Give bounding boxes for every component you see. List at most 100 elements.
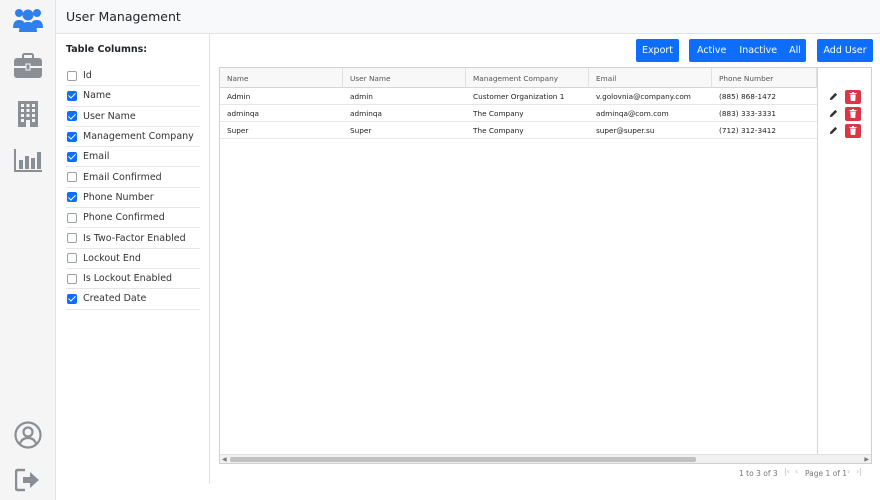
column-toggle[interactable]: Phone Number bbox=[66, 188, 200, 209]
edit-button[interactable] bbox=[827, 108, 839, 120]
table-cell: (883) 333-3331 bbox=[719, 109, 777, 118]
nav-briefcase[interactable] bbox=[10, 48, 46, 84]
column-toggle[interactable]: User Name bbox=[66, 107, 200, 127]
checkbox[interactable] bbox=[67, 151, 77, 162]
column-toggle[interactable]: Lockout End bbox=[66, 249, 200, 269]
user-profile-icon bbox=[14, 421, 42, 449]
checkbox[interactable] bbox=[67, 293, 77, 304]
delete-button[interactable] bbox=[845, 123, 861, 138]
prev-page-icon[interactable]: ‹ bbox=[795, 467, 798, 476]
column-header[interactable]: Phone Number bbox=[712, 68, 817, 88]
table-row[interactable]: Admin admin Customer Organization 1 v.golov… bbox=[220, 88, 871, 105]
checkbox[interactable] bbox=[67, 111, 77, 122]
page-title: User Management bbox=[66, 9, 181, 24]
column-toggle-label: Is Two-Factor Enabled bbox=[83, 232, 186, 244]
briefcase-icon bbox=[14, 53, 42, 78]
export-button[interactable]: Export bbox=[636, 39, 679, 62]
pager-range: 1 to 3 of 3 bbox=[739, 469, 778, 478]
checkbox[interactable] bbox=[67, 131, 77, 142]
column-toggle[interactable]: Phone Confirmed bbox=[66, 208, 200, 229]
checkbox[interactable] bbox=[67, 192, 77, 203]
table-cell: Admin bbox=[227, 92, 251, 101]
checkbox[interactable] bbox=[67, 172, 77, 183]
pencil-icon bbox=[829, 126, 837, 135]
column-toggle[interactable]: Created Date bbox=[66, 289, 200, 310]
column-toggle-label: Phone Number bbox=[83, 191, 154, 203]
column-list: Id Name User Name Management Company Email Em… bbox=[66, 66, 200, 310]
checkbox[interactable] bbox=[67, 253, 77, 264]
delete-button[interactable] bbox=[845, 89, 861, 104]
table-cell: adminqa bbox=[227, 109, 259, 118]
column-toggle-label: Is Lockout Enabled bbox=[83, 273, 173, 285]
nav-reports[interactable] bbox=[10, 142, 46, 178]
next-page-icon[interactable]: › bbox=[847, 467, 850, 476]
column-header[interactable]: User Name bbox=[343, 68, 466, 88]
checkbox[interactable] bbox=[67, 70, 77, 81]
scroll-right-icon[interactable]: ▶ bbox=[864, 456, 869, 463]
column-toggle[interactable]: Name bbox=[66, 86, 200, 107]
column-toggle[interactable]: Id bbox=[66, 66, 200, 87]
table-cell: adminqa@com.com bbox=[596, 109, 669, 118]
column-toggle-label: Lockout End bbox=[83, 252, 141, 264]
trash-icon bbox=[849, 109, 857, 118]
first-page-icon[interactable]: |‹ bbox=[784, 467, 790, 476]
side-nav bbox=[0, 0, 56, 500]
column-toggle-label: User Name bbox=[83, 110, 136, 122]
table-cell: (712) 312-3412 bbox=[719, 126, 777, 135]
table-cell: The Company bbox=[473, 126, 524, 135]
table-cell: Super bbox=[227, 126, 249, 135]
column-toggle[interactable]: Email Confirmed bbox=[66, 167, 200, 188]
trash-icon bbox=[849, 92, 857, 101]
nav-users[interactable] bbox=[10, 2, 46, 38]
filter-all-button[interactable]: All bbox=[785, 45, 805, 56]
users-icon bbox=[13, 9, 43, 32]
column-toggle-label: Name bbox=[83, 90, 112, 102]
table-columns-panel: Table Columns: Id Name User Name Management… bbox=[56, 34, 210, 484]
delete-button[interactable] bbox=[845, 106, 861, 121]
pager-page: Page 1 of 1 bbox=[805, 469, 848, 478]
edit-button[interactable] bbox=[827, 125, 839, 137]
checkbox[interactable] bbox=[67, 233, 77, 244]
column-header[interactable]: Management Company bbox=[466, 68, 589, 88]
edit-button[interactable] bbox=[827, 91, 839, 103]
table-row[interactable]: Super Super The Company super@super.su (712)… bbox=[220, 122, 871, 139]
column-toggle-label: Management Company bbox=[83, 131, 194, 143]
table-cell: adminqa bbox=[350, 109, 382, 118]
filter-inactive-button[interactable]: Inactive bbox=[735, 45, 781, 56]
nav-buildings[interactable] bbox=[10, 96, 46, 132]
nav-sign-out[interactable] bbox=[10, 462, 46, 498]
column-toggle[interactable]: Is Two-Factor Enabled bbox=[66, 228, 200, 249]
checkbox[interactable] bbox=[67, 212, 77, 223]
checkbox[interactable] bbox=[67, 90, 77, 101]
table-cell: Super bbox=[350, 126, 372, 135]
table-cell: Customer Organization 1 bbox=[473, 92, 565, 101]
checkbox[interactable] bbox=[67, 273, 77, 284]
trash-icon bbox=[849, 126, 857, 135]
users-table: Name User Name Management Company Email Phon… bbox=[219, 67, 872, 464]
table-row[interactable]: adminqa adminqa The Company adminqa@com.com… bbox=[220, 105, 871, 122]
columns-panel-title: Table Columns: bbox=[66, 44, 148, 55]
building-icon bbox=[18, 101, 38, 127]
column-toggle[interactable]: Management Company bbox=[66, 127, 200, 148]
pencil-icon bbox=[829, 109, 837, 118]
add-user-button[interactable]: Add User bbox=[817, 39, 873, 62]
scroll-left-icon[interactable]: ◀ bbox=[222, 456, 227, 463]
nav-profile[interactable] bbox=[10, 417, 46, 453]
column-toggle[interactable]: Is Lockout Enabled bbox=[66, 269, 200, 290]
column-toggle-label: Phone Confirmed bbox=[83, 212, 165, 224]
horizontal-scrollbar[interactable]: ◀ ▶ bbox=[220, 454, 871, 463]
column-toggle-label: Created Date bbox=[83, 293, 147, 305]
column-toggle-label: Email Confirmed bbox=[83, 171, 162, 183]
scrollbar-thumb[interactable] bbox=[230, 457, 696, 462]
column-toggle-label: Email bbox=[83, 151, 110, 163]
page-header: User Management bbox=[56, 0, 880, 34]
column-toggle[interactable]: Email bbox=[66, 147, 200, 168]
filter-active-button[interactable]: Active bbox=[693, 45, 730, 56]
table-header: Name User Name Management Company Email Phon… bbox=[220, 68, 871, 88]
column-header[interactable]: Email bbox=[589, 68, 712, 88]
table-cell: super@super.su bbox=[596, 126, 655, 135]
status-filter-group: Active Inactive All bbox=[689, 39, 806, 62]
last-page-icon[interactable]: ›| bbox=[856, 467, 862, 476]
column-header[interactable]: Name bbox=[220, 68, 343, 88]
sign-out-icon bbox=[15, 468, 39, 492]
